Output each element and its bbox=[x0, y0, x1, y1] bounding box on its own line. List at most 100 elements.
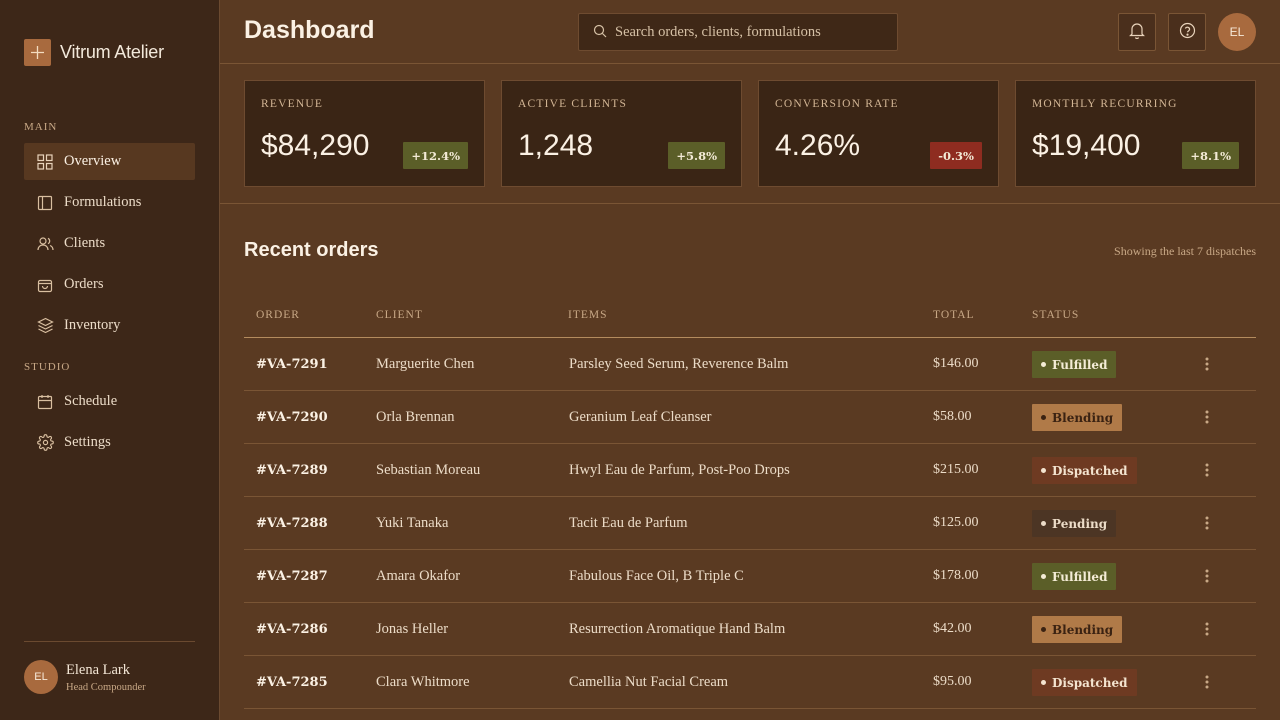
status-dot bbox=[1041, 574, 1046, 579]
kpi-value: 1,248 bbox=[518, 129, 594, 162]
status-dot bbox=[1041, 415, 1046, 420]
order-client: Clara Whitmore bbox=[376, 674, 470, 690]
sidebar-item-clients[interactable]: Clients bbox=[24, 225, 195, 262]
sidebar-item-orders[interactable]: Orders bbox=[24, 266, 195, 303]
order-id[interactable]: #VA-7289 bbox=[256, 463, 328, 478]
brand[interactable]: Vitrum Atelier bbox=[24, 39, 164, 66]
status-label: Blending bbox=[1052, 622, 1114, 637]
status-dot bbox=[1041, 521, 1046, 526]
column-header-status[interactable]: STATUS bbox=[1032, 309, 1079, 321]
row-menu-button[interactable] bbox=[1199, 460, 1215, 480]
order-items: Geranium Leaf Cleanser bbox=[569, 409, 712, 425]
order-id[interactable]: #VA-7291 bbox=[256, 357, 328, 372]
sidebar-item-inventory[interactable]: Inventory bbox=[24, 307, 195, 344]
table-row[interactable]: #VA-7287 Amara Okafor Fabulous Face Oil,… bbox=[244, 550, 1256, 603]
kpi-delta-badge: +5.8% bbox=[668, 142, 725, 169]
layers-icon bbox=[36, 317, 54, 335]
status-badge: Dispatched bbox=[1032, 669, 1137, 696]
order-id[interactable]: #VA-7288 bbox=[256, 516, 328, 531]
user-avatar-button[interactable]: EL bbox=[1218, 13, 1256, 51]
sidebar-item-settings[interactable]: Settings bbox=[24, 424, 195, 461]
order-total: $42.00 bbox=[933, 621, 972, 636]
sidebar-item-formulations[interactable]: Formulations bbox=[24, 184, 195, 221]
order-client: Sebastian Moreau bbox=[376, 462, 481, 478]
kpi-label: MONTHLY RECURRING bbox=[1032, 98, 1178, 110]
sidebar-item-overview[interactable]: Overview bbox=[24, 143, 195, 180]
order-total: $58.00 bbox=[933, 409, 972, 424]
user-profile[interactable]: EL Elena Lark Head Compounder bbox=[24, 660, 146, 694]
table-row[interactable]: #VA-7289 Sebastian Moreau Hwyl Eau de Pa… bbox=[244, 444, 1256, 497]
column-header-items[interactable]: ITEMS bbox=[568, 309, 608, 321]
table-row[interactable]: #VA-7285 Clara Whitmore Camellia Nut Fac… bbox=[244, 656, 1256, 709]
avatar: EL bbox=[24, 660, 58, 694]
table-row[interactable]: #VA-7286 Jonas Heller Resurrection Aroma… bbox=[244, 603, 1256, 656]
column-header-client[interactable]: CLIENT bbox=[376, 309, 423, 321]
kpi-card-conversion-rate: CONVERSION RATE 4.26% -0.3% bbox=[758, 80, 999, 187]
status-badge: Fulfilled bbox=[1032, 563, 1117, 590]
users-icon bbox=[36, 235, 54, 253]
order-id[interactable]: #VA-7290 bbox=[256, 410, 328, 425]
kpi-label: ACTIVE CLIENTS bbox=[518, 98, 628, 110]
sidebar-item-label: Settings bbox=[64, 434, 111, 450]
section-label-main: MAIN bbox=[24, 121, 58, 133]
order-total: $95.00 bbox=[933, 674, 972, 689]
gear-icon bbox=[36, 434, 54, 452]
help-button[interactable] bbox=[1168, 13, 1206, 51]
section-divider bbox=[220, 203, 1280, 204]
kpi-card-revenue: REVENUE $84,290 +12.4% bbox=[244, 80, 485, 187]
status-dot bbox=[1041, 362, 1046, 367]
status-dot bbox=[1041, 680, 1046, 685]
kpi-value: $19,400 bbox=[1032, 129, 1141, 162]
table-row[interactable]: #VA-7288 Yuki Tanaka Tacit Eau de Parfum… bbox=[244, 497, 1256, 550]
kpi-value: $84,290 bbox=[261, 129, 370, 162]
order-client: Amara Okafor bbox=[376, 568, 461, 584]
kpi-delta-badge: +8.1% bbox=[1182, 142, 1239, 169]
status-badge: Pending bbox=[1032, 510, 1117, 537]
user-name: Elena Lark bbox=[66, 661, 131, 678]
table-row[interactable]: #VA-7290 Orla Brennan Geranium Leaf Clea… bbox=[244, 391, 1256, 444]
order-items: Parsley Seed Serum, Reverence Balm bbox=[569, 356, 789, 372]
row-menu-button[interactable] bbox=[1199, 619, 1215, 639]
sidebar: Vitrum Atelier MAIN Overview Formulation… bbox=[0, 0, 220, 720]
row-menu-button[interactable] bbox=[1199, 513, 1215, 533]
header: Dashboard EL bbox=[220, 0, 1280, 64]
column-header-total[interactable]: TOTAL bbox=[933, 309, 975, 321]
row-menu-button[interactable] bbox=[1199, 566, 1215, 586]
order-total: $146.00 bbox=[933, 356, 979, 371]
order-total: $215.00 bbox=[933, 462, 979, 477]
kpi-row: REVENUE $84,290 +12.4% ACTIVE CLIENTS 1,… bbox=[244, 80, 1256, 187]
search-bar[interactable] bbox=[578, 13, 898, 51]
order-client: Marguerite Chen bbox=[376, 356, 475, 372]
order-client: Yuki Tanaka bbox=[376, 515, 449, 531]
sidebar-item-label: Overview bbox=[64, 153, 122, 169]
more-vertical-icon bbox=[1205, 516, 1209, 530]
row-menu-button[interactable] bbox=[1199, 672, 1215, 692]
order-id[interactable]: #VA-7285 bbox=[256, 675, 328, 690]
sidebar-item-schedule[interactable]: Schedule bbox=[24, 383, 195, 420]
sidebar-divider bbox=[24, 641, 195, 642]
orders-title: Recent orders bbox=[244, 239, 379, 261]
sidebar-item-label: Formulations bbox=[64, 194, 142, 210]
order-id[interactable]: #VA-7286 bbox=[256, 622, 328, 637]
search-input[interactable] bbox=[615, 23, 885, 41]
status-label: Fulfilled bbox=[1052, 357, 1108, 372]
row-menu-button[interactable] bbox=[1199, 407, 1215, 427]
status-label: Pending bbox=[1052, 516, 1108, 531]
sidebar-item-label: Clients bbox=[64, 235, 106, 251]
kpi-delta-badge: +12.4% bbox=[403, 142, 468, 169]
kpi-label: CONVERSION RATE bbox=[775, 98, 899, 110]
plus-icon bbox=[24, 39, 51, 66]
status-dot bbox=[1041, 468, 1046, 473]
kpi-delta-badge: -0.3% bbox=[930, 142, 982, 169]
more-vertical-icon bbox=[1205, 463, 1209, 477]
row-menu-button[interactable] bbox=[1199, 354, 1215, 374]
order-id[interactable]: #VA-7287 bbox=[256, 569, 328, 584]
table-row[interactable]: #VA-7291 Marguerite Chen Parsley Seed Se… bbox=[244, 338, 1256, 391]
calendar-icon bbox=[36, 393, 54, 411]
column-header-order[interactable]: ORDER bbox=[256, 309, 300, 321]
search-icon bbox=[593, 23, 607, 42]
notifications-button[interactable] bbox=[1118, 13, 1156, 51]
status-badge: Blending bbox=[1032, 616, 1123, 643]
more-vertical-icon bbox=[1205, 675, 1209, 689]
kpi-card-active-clients: ACTIVE CLIENTS 1,248 +5.8% bbox=[501, 80, 742, 187]
